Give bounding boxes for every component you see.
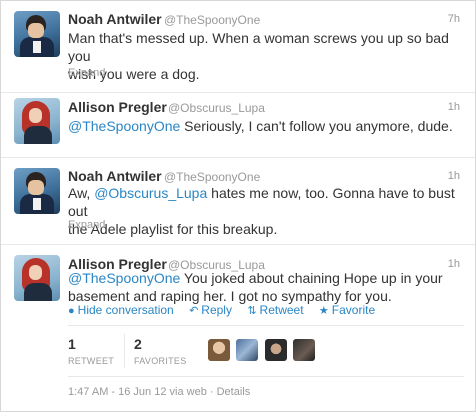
- favoriter-avatar[interactable]: [236, 339, 259, 361]
- retweet-count-label: RETWEET: [68, 356, 115, 366]
- avatar[interactable]: [14, 11, 60, 57]
- user-name[interactable]: Noah Antwiler: [68, 168, 162, 184]
- user-handle[interactable]: @Obscurus_Lupa: [168, 101, 265, 115]
- mention-link[interactable]: @TheSpoonyOne: [68, 118, 180, 134]
- favorite-count: 2: [134, 336, 142, 352]
- retweet-count-stat[interactable]: 1 RETWEET: [68, 336, 114, 366]
- tweet-timestamp-details[interactable]: 1:47 AM - 16 Jun 12 via web · Details: [68, 386, 250, 398]
- reply-label: Reply: [201, 303, 232, 317]
- tweet-text: Man that's messed up. When a woman screw…: [68, 29, 460, 83]
- favoriter-avatars: [208, 339, 317, 361]
- favorite-button[interactable]: ★ Favorite: [319, 303, 375, 317]
- mention-link[interactable]: @TheSpoonyOne: [68, 270, 180, 286]
- tweet-time[interactable]: 1h: [448, 101, 460, 113]
- expand-link[interactable]: Expand: [68, 219, 105, 231]
- user-handle[interactable]: @TheSpoonyOne: [164, 170, 260, 184]
- tweet-item-expanded[interactable]: Allison Pregler @Obscurus_Lupa 1h @TheSp…: [1, 245, 475, 411]
- favoriter-avatar[interactable]: [264, 339, 287, 361]
- expand-link[interactable]: Expand: [68, 67, 105, 79]
- hide-conversation-label: Hide conversation: [77, 303, 174, 317]
- tweet-text-line: wish you were a dog.: [68, 66, 200, 82]
- favorite-count-stat[interactable]: 2 FAVORITES: [134, 336, 187, 366]
- tweet-text-body: Seriously, I can't follow you anymore, d…: [180, 118, 453, 134]
- tweet-text: Aw, @Obscurus_Lupa hates me now, too. Go…: [68, 184, 460, 238]
- favorite-label: Favorite: [331, 303, 376, 317]
- tweet-time[interactable]: 1h: [448, 170, 460, 182]
- mention-link[interactable]: @Obscurus_Lupa: [94, 185, 207, 201]
- tweet-text-body: You joked about chaining Hope up in your: [180, 270, 443, 286]
- tweet-time[interactable]: 7h: [448, 13, 460, 25]
- tweet-text: @TheSpoonyOne You joked about chaining H…: [68, 269, 460, 305]
- tweet-actions: ● Hide conversation ↶ Reply ⇅ Retweet ★ Favo…: [68, 303, 387, 317]
- retweet-count: 1: [68, 336, 76, 352]
- favoriter-avatar[interactable]: [208, 339, 230, 361]
- stats-divider: [124, 334, 125, 368]
- tweet-header: Noah Antwiler @TheSpoonyOne 1h: [68, 168, 464, 184]
- tweet-text-line: @TheSpoonyOne You joked about chaining H…: [68, 269, 460, 287]
- tweet-text: @TheSpoonyOne Seriously, I can't follow …: [68, 117, 460, 135]
- avatar[interactable]: [14, 255, 60, 301]
- favoriter-avatar[interactable]: [293, 339, 316, 361]
- favorite-count-label: FAVORITES: [134, 356, 187, 366]
- reply-button[interactable]: ↶ Reply: [189, 303, 232, 317]
- tweet-item[interactable]: Allison Pregler @Obscurus_Lupa 1h @TheSp…: [1, 93, 475, 158]
- tweet-text-pre: Aw,: [68, 185, 95, 201]
- star-icon: ★: [318, 305, 329, 317]
- tweet-header: Allison Pregler @Obscurus_Lupa 1h: [68, 99, 464, 115]
- tweet-text-line: the Adele playlist for this breakup.: [68, 221, 278, 237]
- tweet-item[interactable]: Noah Antwiler @TheSpoonyOne 7h Man that'…: [1, 1, 475, 93]
- tweet-item[interactable]: Noah Antwiler @TheSpoonyOne 1h Aw, @Obsc…: [1, 158, 475, 245]
- tweet-text-line: Man that's messed up. When a woman screw…: [68, 30, 449, 64]
- retweet-icon: ⇅: [247, 305, 257, 317]
- retweet-label: Retweet: [259, 303, 304, 317]
- tweet-stats: 1 RETWEET 2 FAVORITES: [68, 325, 464, 377]
- hide-conversation-button[interactable]: ● Hide conversation: [68, 303, 174, 317]
- retweet-button[interactable]: ⇅ Retweet: [247, 303, 303, 317]
- timeline: Noah Antwiler @TheSpoonyOne 7h Man that'…: [0, 0, 476, 412]
- tweet-text-line: Aw, @Obscurus_Lupa hates me now, too. Go…: [68, 184, 460, 220]
- speech-bubble-icon: ●: [68, 305, 75, 317]
- user-name[interactable]: Allison Pregler: [68, 99, 167, 115]
- user-handle[interactable]: @TheSpoonyOne: [164, 13, 260, 27]
- user-name[interactable]: Noah Antwiler: [68, 11, 162, 27]
- avatar[interactable]: [14, 98, 60, 144]
- reply-arrow-icon: ↶: [189, 305, 199, 317]
- avatar[interactable]: [14, 168, 60, 214]
- tweet-header: Noah Antwiler @TheSpoonyOne 7h: [68, 11, 464, 27]
